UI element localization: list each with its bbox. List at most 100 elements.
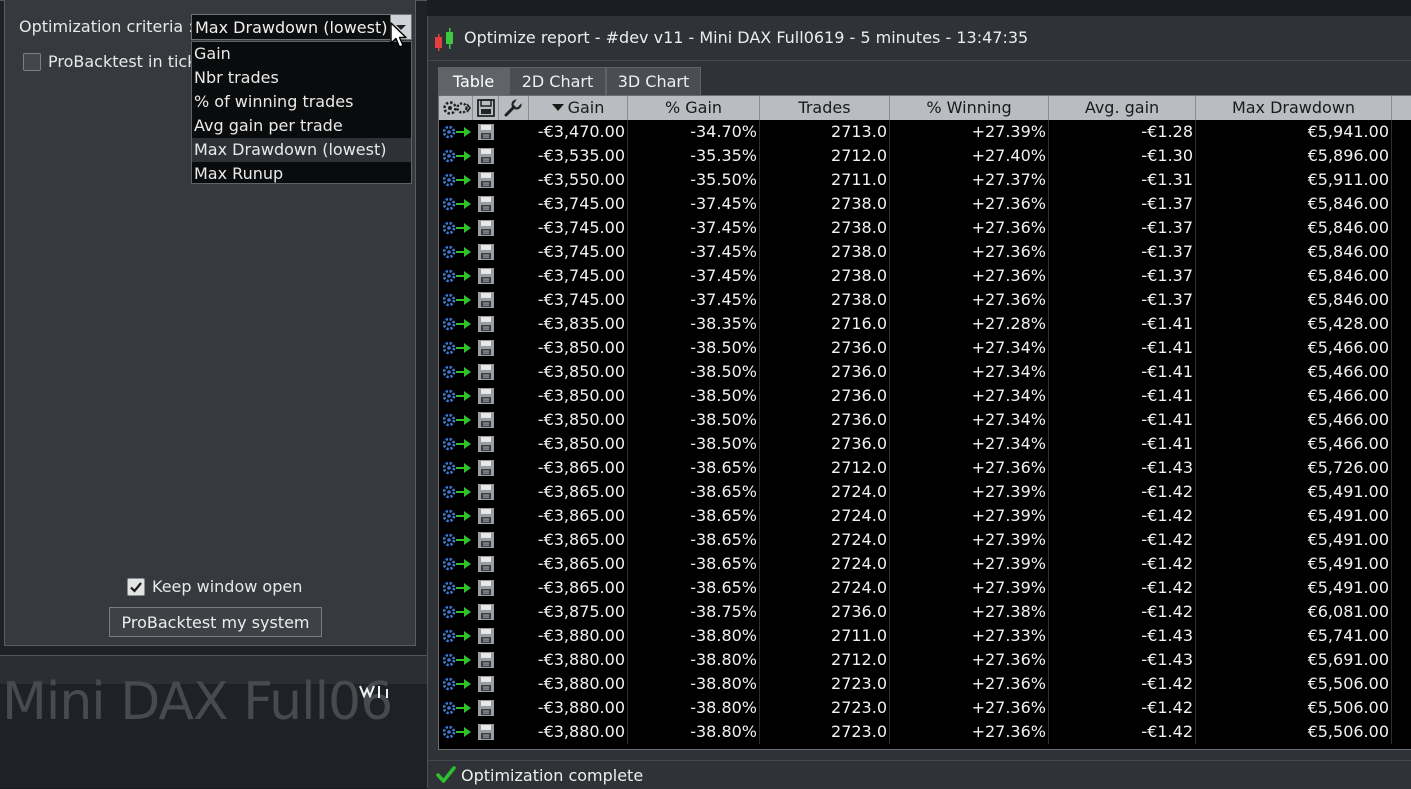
gear-arrow-icon[interactable] xyxy=(441,314,473,334)
table-row[interactable]: -€3,880.00 -38.80% 2723.0 +27.36% -€1.42 €5,5… xyxy=(439,720,1411,744)
save-icon[interactable] xyxy=(476,626,496,646)
table-row[interactable]: -€3,745.00 -37.45% 2738.0 +27.36% -€1.37 €5,8… xyxy=(439,288,1411,312)
save-icon[interactable] xyxy=(476,242,496,262)
gear-arrow-icon[interactable] xyxy=(441,458,473,478)
table-row[interactable]: -€3,850.00 -38.50% 2736.0 +27.34% -€1.41 €5,4… xyxy=(439,336,1411,360)
column-header-pct-winning[interactable]: % Winning xyxy=(890,96,1049,120)
criteria-select[interactable]: Max Drawdown (lowest) xyxy=(191,14,412,40)
gear-arrow-icon[interactable] xyxy=(441,674,473,694)
gear-arrow-icon[interactable] xyxy=(441,146,473,166)
save-icon[interactable] xyxy=(476,338,496,358)
save-icon[interactable] xyxy=(476,578,496,598)
gear-arrow-icon[interactable] xyxy=(441,626,473,646)
gear-arrow-icon[interactable] xyxy=(441,170,473,190)
save-icon[interactable] xyxy=(476,506,496,526)
table-row[interactable]: -€3,880.00 -38.80% 2723.0 +27.36% -€1.42 €5,5… xyxy=(439,696,1411,720)
gears-icon[interactable] xyxy=(441,98,471,118)
criteria-option-max-runup[interactable]: Max Runup xyxy=(192,162,411,186)
save-icon[interactable] xyxy=(476,146,496,166)
gear-arrow-icon[interactable] xyxy=(441,194,473,214)
save-icon[interactable] xyxy=(476,98,496,118)
gear-arrow-icon[interactable] xyxy=(441,362,473,382)
table-row[interactable]: -€3,745.00 -37.45% 2738.0 +27.36% -€1.37 €5,8… xyxy=(439,240,1411,264)
table-row[interactable]: -€3,850.00 -38.50% 2736.0 +27.34% -€1.41 €5,4… xyxy=(439,384,1411,408)
column-header-trades[interactable]: Trades xyxy=(760,96,890,120)
column-header-gain[interactable]: Gain xyxy=(529,96,628,120)
table-row[interactable]: -€3,550.00 -35.50% 2711.0 +27.37% -€1.31 €5,9… xyxy=(439,168,1411,192)
gear-arrow-icon[interactable] xyxy=(441,698,473,718)
probacktest-system-button[interactable]: ProBacktest my system xyxy=(109,607,322,637)
table-row[interactable]: -€3,745.00 -37.45% 2738.0 +27.36% -€1.37 €5,8… xyxy=(439,264,1411,288)
save-icon[interactable] xyxy=(476,362,496,382)
table-row[interactable]: -€3,835.00 -38.35% 2716.0 +27.28% -€1.41 €5,4… xyxy=(439,312,1411,336)
save-icon[interactable] xyxy=(476,218,496,238)
save-icon[interactable] xyxy=(476,698,496,718)
criteria-option-winning-trades[interactable]: % of winning trades xyxy=(192,90,411,114)
gear-arrow-icon[interactable] xyxy=(441,338,473,358)
gear-arrow-icon[interactable] xyxy=(441,602,473,622)
save-icon[interactable] xyxy=(476,386,496,406)
save-icon[interactable] xyxy=(476,554,496,574)
gear-arrow-icon[interactable] xyxy=(441,650,473,670)
gear-arrow-icon[interactable] xyxy=(441,242,473,262)
column-header-max-drawdown[interactable]: Max Drawdown xyxy=(1196,96,1392,120)
gear-arrow-icon[interactable] xyxy=(441,578,473,598)
gear-arrow-icon[interactable] xyxy=(441,410,473,430)
tab-2d-chart[interactable]: 2D Chart xyxy=(509,67,606,95)
table-row[interactable]: -€3,865.00 -38.65% 2724.0 +27.39% -€1.42 €5,4… xyxy=(439,480,1411,504)
criteria-option-nbr-trades[interactable]: Nbr trades xyxy=(192,66,411,90)
criteria-option-gain[interactable]: Gain xyxy=(192,42,411,66)
table-row[interactable]: -€3,865.00 -38.65% 2724.0 +27.39% -€1.42 €5,4… xyxy=(439,552,1411,576)
gear-arrow-icon[interactable] xyxy=(441,434,473,454)
gear-arrow-icon[interactable] xyxy=(441,482,473,502)
table-row[interactable]: -€3,865.00 -38.65% 2724.0 +27.39% -€1.42 €5,4… xyxy=(439,528,1411,552)
table-row[interactable]: -€3,865.00 -38.65% 2724.0 +27.39% -€1.42 €5,4… xyxy=(439,504,1411,528)
gear-arrow-icon[interactable] xyxy=(441,554,473,574)
save-icon[interactable] xyxy=(476,482,496,502)
save-icon[interactable] xyxy=(476,290,496,310)
probacktest-ticks-checkbox[interactable] xyxy=(23,53,41,71)
column-header-avg-gain[interactable]: Avg. gain xyxy=(1049,96,1196,120)
save-icon[interactable] xyxy=(476,458,496,478)
table-row[interactable]: -€3,470.00 -34.70% 2713.0 +27.39% -€1.28 €5,9… xyxy=(439,120,1411,144)
save-icon[interactable] xyxy=(476,122,496,142)
table-row[interactable]: -€3,875.00 -38.75% 2736.0 +27.38% -€1.42 €6,0… xyxy=(439,600,1411,624)
wrench-icon[interactable] xyxy=(503,98,523,118)
criteria-option-avg-gain[interactable]: Avg gain per trade xyxy=(192,114,411,138)
table-row[interactable]: -€3,535.00 -35.35% 2712.0 +27.40% -€1.30 €5,8… xyxy=(439,144,1411,168)
save-icon[interactable] xyxy=(476,314,496,334)
gear-arrow-icon[interactable] xyxy=(441,530,473,550)
save-icon[interactable] xyxy=(476,410,496,430)
table-row[interactable]: -€3,850.00 -38.50% 2736.0 +27.34% -€1.41 €5,4… xyxy=(439,432,1411,456)
tab-3d-chart[interactable]: 3D Chart xyxy=(606,67,701,95)
table-row[interactable]: -€3,865.00 -38.65% 2712.0 +27.36% -€1.43 €5,7… xyxy=(439,456,1411,480)
save-icon[interactable] xyxy=(476,266,496,286)
table-row[interactable]: -€3,880.00 -38.80% 2711.0 +27.33% -€1.43 €5,7… xyxy=(439,624,1411,648)
save-icon[interactable] xyxy=(476,650,496,670)
column-header-pct-gain[interactable]: % Gain xyxy=(628,96,760,120)
keep-window-open-checkbox[interactable] xyxy=(127,578,145,596)
save-icon[interactable] xyxy=(476,170,496,190)
gear-arrow-icon[interactable] xyxy=(441,266,473,286)
gear-arrow-icon[interactable] xyxy=(441,122,473,142)
table-row[interactable]: -€3,880.00 -38.80% 2723.0 +27.36% -€1.42 €5,5… xyxy=(439,672,1411,696)
save-icon[interactable] xyxy=(476,722,496,742)
save-icon[interactable] xyxy=(476,434,496,454)
gear-arrow-icon[interactable] xyxy=(441,290,473,310)
table-row[interactable]: -€3,745.00 -37.45% 2738.0 +27.36% -€1.37 €5,8… xyxy=(439,216,1411,240)
gear-arrow-icon[interactable] xyxy=(441,386,473,406)
save-icon[interactable] xyxy=(476,530,496,550)
tab-table[interactable]: Table xyxy=(438,67,509,95)
table-row[interactable]: -€3,880.00 -38.80% 2712.0 +27.36% -€1.43 €5,6… xyxy=(439,648,1411,672)
gear-arrow-icon[interactable] xyxy=(441,218,473,238)
save-icon[interactable] xyxy=(476,194,496,214)
table-row[interactable]: -€3,850.00 -38.50% 2736.0 +27.34% -€1.41 €5,4… xyxy=(439,408,1411,432)
gear-arrow-icon[interactable] xyxy=(441,506,473,526)
save-icon[interactable] xyxy=(476,674,496,694)
criteria-option-max-drawdown[interactable]: Max Drawdown (lowest) xyxy=(192,138,411,162)
gear-arrow-icon[interactable] xyxy=(441,722,473,742)
table-row[interactable]: -€3,850.00 -38.50% 2736.0 +27.34% -€1.41 €5,4… xyxy=(439,360,1411,384)
save-icon[interactable] xyxy=(476,602,496,622)
table-row[interactable]: -€3,745.00 -37.45% 2738.0 +27.36% -€1.37 €5,8… xyxy=(439,192,1411,216)
table-row[interactable]: -€3,865.00 -38.65% 2724.0 +27.39% -€1.42 €5,4… xyxy=(439,576,1411,600)
